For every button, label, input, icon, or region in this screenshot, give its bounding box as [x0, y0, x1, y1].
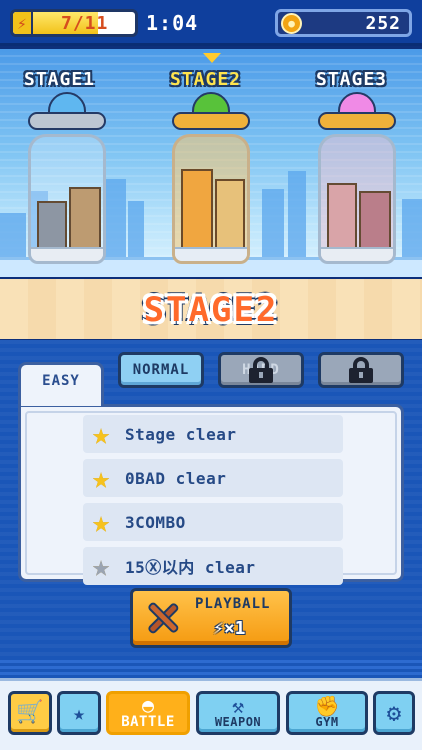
ufo-disk-icon [318, 112, 396, 130]
stage-3-jar [318, 134, 396, 264]
tab-easy[interactable]: EASY [18, 362, 104, 406]
bottom-navigation: 🛒 ★ ◓ BATTLE ⚒ WEAPON ✊ GYM ⚙ [0, 678, 422, 750]
playball-cost: ⚡×1 [213, 618, 246, 639]
weapon-label: WEAPON [214, 715, 262, 729]
star-icon: ★ [91, 504, 111, 540]
favorites-button[interactable]: ★ [57, 691, 101, 735]
flex-arm-icon: ✊ [314, 694, 340, 718]
gear-icon: ⚙ [386, 699, 402, 727]
stage-selector: STAGE1 STAGE2 STAGE3 [0, 49, 422, 277]
stage-title-band: STAGE2 [0, 279, 422, 339]
ufo-disk-icon [28, 112, 106, 130]
shopping-cart-icon: 🛒 [16, 700, 44, 725]
mission-text: 0BAD clear [125, 468, 227, 488]
difficulty-section: EASY NORMAL HARD ★ Stage clear ★ 0BAD cl… [0, 340, 422, 660]
mission-text: Stage clear [125, 424, 237, 444]
star-empty-icon: ★ [91, 548, 111, 584]
coin-count: 252 [365, 13, 401, 34]
selected-stage-arrow-icon [203, 53, 221, 63]
stage-title: STAGE2 [143, 290, 279, 330]
mission-text: 3COMBO [125, 512, 186, 532]
coin-icon: ● [281, 13, 302, 34]
battle-button[interactable]: ◓ BATTLE [106, 691, 190, 735]
lightning-bolt-icon: ⚡ [213, 618, 224, 639]
bat-icon: ⚒ [231, 694, 245, 718]
energy-meter: ⚡ 7/11 [10, 9, 138, 37]
stage-2-capsule[interactable] [166, 92, 256, 270]
star-icon: ★ [91, 460, 111, 496]
energy-count: 7/11 [61, 13, 109, 34]
shop-button[interactable]: 🛒 [8, 691, 52, 735]
gym-button[interactable]: ✊ GYM [286, 691, 368, 735]
bottom-divider [0, 660, 422, 678]
mission-item: ★ 15Ⓧ以内 clear [83, 547, 343, 585]
ufo-icon: ◓ [141, 693, 155, 717]
settings-button[interactable]: ⚙ [373, 691, 415, 735]
stage-2-label: STAGE2 [170, 69, 242, 90]
tab-extra-locked[interactable] [318, 352, 404, 388]
stage-1-label: STAGE1 [24, 69, 96, 90]
energy-timer: 1:04 [146, 11, 199, 35]
star-icon: ★ [72, 701, 86, 725]
crossed-bats-icon [148, 602, 179, 634]
coin-balance: ● 252 [275, 9, 412, 37]
battle-label: BATTLE [121, 714, 175, 730]
mission-item: ★ Stage clear [83, 415, 343, 453]
mission-item: ★ 3COMBO [83, 503, 343, 541]
lock-icon [348, 357, 374, 383]
stage-2-jar [172, 134, 250, 264]
star-icon: ★ [91, 416, 111, 452]
mission-panel: ★ Stage clear ★ 0BAD clear ★ 3COMBO ★ 15… [18, 404, 404, 585]
lock-icon [248, 357, 274, 383]
playball-label: PLAYBALL [195, 596, 271, 612]
stage-1-jar [28, 134, 106, 264]
stage-3-capsule[interactable] [312, 92, 402, 270]
mission-item: ★ 0BAD clear [83, 459, 343, 497]
stage-1-capsule[interactable] [22, 92, 112, 270]
lightning-bolt-icon: ⚡ [13, 12, 33, 34]
top-status-bar: ⚡ 7/11 1:04 ● 252 [0, 0, 422, 46]
mission-text: 15Ⓧ以内 clear [125, 558, 256, 577]
tab-hard-locked[interactable]: HARD [218, 352, 304, 388]
playball-button[interactable]: PLAYBALL ⚡×1 [130, 588, 292, 648]
gym-label: GYM [315, 715, 339, 729]
tab-normal[interactable]: NORMAL [118, 352, 204, 388]
stage-3-label: STAGE3 [316, 69, 388, 90]
weapon-button[interactable]: ⚒ WEAPON [196, 691, 280, 735]
ufo-disk-icon [172, 112, 250, 130]
